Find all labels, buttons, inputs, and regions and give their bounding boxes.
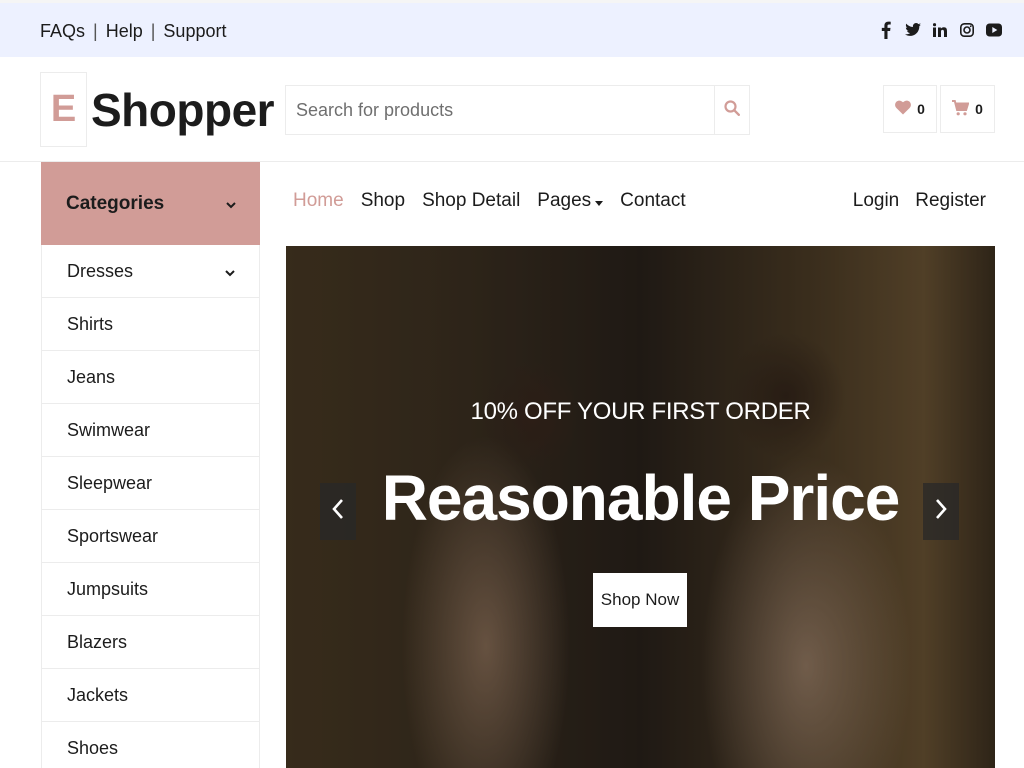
nav-item-home[interactable]: Home [293, 190, 344, 212]
category-label: Sportswear [67, 525, 159, 546]
top-bar: FAQs | Help | Support [0, 0, 1024, 57]
carousel-prev-button[interactable] [320, 483, 356, 540]
twitter-icon[interactable] [905, 21, 921, 39]
social-links [878, 21, 1002, 39]
category-item-shoes[interactable]: Shoes [42, 722, 259, 768]
nav-item-shop[interactable]: Shop [361, 190, 405, 212]
logo[interactable]: E Shopper [40, 72, 275, 147]
category-item-sportswear[interactable]: Sportswear [42, 510, 259, 563]
hero-carousel: 10% OFF YOUR FIRST ORDER Reasonable Pric… [286, 246, 995, 768]
login-link[interactable]: Login [853, 190, 900, 212]
nav-item-pages[interactable]: Pages [537, 190, 604, 212]
category-label: Jackets [67, 684, 129, 705]
category-item-jumpsuits[interactable]: Jumpsuits [42, 563, 259, 616]
youtube-icon[interactable] [986, 21, 1002, 39]
search-input[interactable] [286, 86, 714, 134]
top-links: FAQs | Help | Support [40, 21, 226, 42]
separator: | [93, 21, 98, 41]
search-icon [724, 99, 741, 121]
heart-icon [895, 100, 912, 118]
wishlist-button[interactable]: 0 [883, 85, 937, 133]
cart-icon [952, 99, 970, 119]
category-label: Sleepwear [67, 472, 153, 493]
wishlist-count: 0 [917, 101, 925, 117]
chevron-down-icon [226, 193, 236, 215]
category-label: Blazers [67, 631, 128, 652]
chevron-right-icon [935, 498, 947, 525]
categories-toggle[interactable]: Categories [41, 162, 260, 245]
linkedin-icon[interactable] [932, 21, 948, 39]
search-button[interactable] [714, 86, 749, 134]
category-item-swimwear[interactable]: Swimwear [42, 404, 259, 457]
help-link[interactable]: Help [106, 21, 143, 42]
chevron-left-icon [332, 498, 344, 525]
main-nav: Home Shop Shop Detail Pages Contact [293, 190, 686, 212]
category-label: Shirts [67, 313, 114, 334]
logo-text: Shopper [91, 83, 275, 136]
cart-count: 0 [975, 101, 983, 117]
chevron-down-icon [225, 261, 235, 282]
instagram-icon[interactable] [959, 21, 975, 39]
carousel-next-button[interactable] [923, 483, 959, 540]
category-item-blazers[interactable]: Blazers [42, 616, 259, 669]
category-item-dresses[interactable]: Dresses [42, 245, 259, 298]
nav-pages-label: Pages [537, 190, 592, 211]
cart-button[interactable]: 0 [940, 85, 995, 133]
category-list: Dresses Shirts Jeans Swimwear Sleepwear … [41, 245, 260, 768]
category-item-jackets[interactable]: Jackets [42, 669, 259, 722]
category-label: Swimwear [67, 419, 151, 440]
nav-item-shop-detail[interactable]: Shop Detail [422, 190, 520, 212]
account-nav: Login Register [853, 190, 986, 212]
search-bar [285, 85, 750, 135]
category-label: Dresses [67, 260, 134, 281]
categories-title: Categories [66, 192, 165, 214]
hero-subtitle: 10% OFF YOUR FIRST ORDER [470, 398, 811, 425]
nav-item-contact[interactable]: Contact [620, 190, 685, 212]
shop-now-button[interactable]: Shop Now [593, 573, 687, 627]
category-item-jeans[interactable]: Jeans [42, 351, 259, 404]
category-label: Jeans [67, 366, 116, 387]
hero-title: Reasonable Price [381, 462, 901, 534]
category-item-shirts[interactable]: Shirts [42, 298, 259, 351]
category-item-sleepwear[interactable]: Sleepwear [42, 457, 259, 510]
faqs-link[interactable]: FAQs [40, 21, 85, 42]
category-label: Shoes [67, 737, 119, 758]
separator: | [150, 21, 156, 41]
support-link[interactable]: Support [163, 21, 226, 42]
caret-down-icon [595, 190, 604, 212]
hero-content: 10% OFF YOUR FIRST ORDER Reasonable Pric… [286, 246, 995, 768]
register-link[interactable]: Register [915, 190, 986, 212]
logo-letter: E [40, 72, 87, 147]
category-label: Jumpsuits [67, 578, 149, 599]
facebook-icon[interactable] [878, 21, 894, 39]
